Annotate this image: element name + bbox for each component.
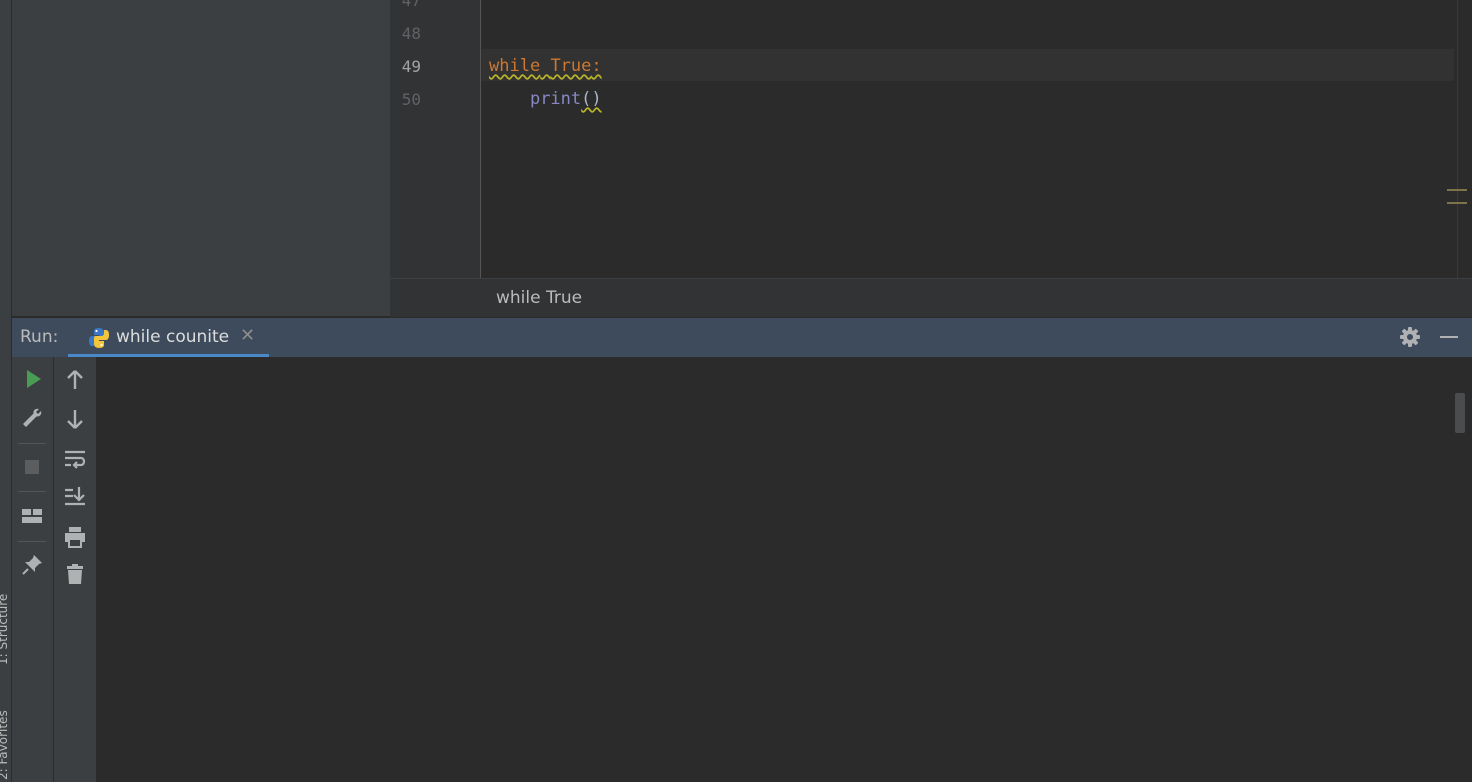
- project-panel: [12, 0, 390, 316]
- toolbar-separator: [18, 491, 46, 492]
- run-toolbar-secondary: [54, 357, 97, 782]
- pin-icon[interactable]: [20, 553, 44, 577]
- warning-marker[interactable]: [1447, 189, 1467, 191]
- run-label: Run:: [20, 327, 59, 347]
- scroll-to-end-icon[interactable]: [63, 484, 87, 508]
- rerun-icon[interactable]: [21, 367, 45, 391]
- code-constant: True: [550, 56, 592, 76]
- close-icon[interactable]: ✕: [240, 325, 255, 346]
- breadcrumb: while True: [390, 278, 1472, 317]
- code-args: (): [581, 89, 602, 109]
- structure-tool-tab[interactable]: 1: Structure: [0, 555, 10, 665]
- trash-icon[interactable]: [63, 562, 87, 586]
- wrench-icon[interactable]: [20, 406, 44, 430]
- editor-scrollbar[interactable]: [1457, 0, 1468, 278]
- run-toolbar-primary: [12, 357, 54, 782]
- arrow-down-icon[interactable]: [63, 407, 87, 431]
- code-function: print: [529, 89, 582, 109]
- stop-icon[interactable]: [20, 455, 44, 479]
- gear-icon[interactable]: [1399, 326, 1421, 348]
- breadcrumb-item[interactable]: while True: [496, 288, 582, 308]
- print-icon[interactable]: [63, 525, 87, 549]
- soft-wrap-icon[interactable]: [63, 447, 87, 471]
- favorites-tool-tab[interactable]: 2: Favorites: [0, 680, 10, 780]
- arrow-up-icon[interactable]: [63, 368, 87, 392]
- current-line-highlight: [481, 49, 1454, 81]
- run-tab[interactable]: while counite ✕: [68, 318, 269, 357]
- minimize-icon[interactable]: [1440, 336, 1458, 338]
- run-panel-header: Run: while counite ✕: [12, 318, 1472, 357]
- line-number: 50: [401, 90, 421, 109]
- console-output[interactable]: [97, 357, 1472, 782]
- console-scrollbar-thumb[interactable]: [1455, 393, 1465, 433]
- layout-icon[interactable]: [20, 504, 44, 528]
- code-line[interactable]: while True:: [489, 50, 602, 83]
- code-line[interactable]: print(): [489, 83, 602, 116]
- warning-marker[interactable]: [1447, 202, 1467, 204]
- code-keyword: while: [489, 56, 541, 76]
- code-editor[interactable]: 47 48 49 50 while True: print(): [390, 0, 1472, 278]
- code-punct: :: [591, 56, 602, 76]
- toolbar-separator: [18, 443, 46, 444]
- run-tab-label: while counite: [116, 327, 230, 347]
- tool-window-stripe: 1: Structure 2: Favorites: [0, 0, 12, 782]
- line-number: 48: [401, 24, 421, 43]
- toolbar-separator: [18, 541, 46, 542]
- python-icon: [89, 328, 109, 348]
- editor-gutter: 47 48 49 50: [390, 0, 481, 278]
- line-number: 49: [401, 57, 421, 76]
- line-number: 47: [401, 0, 421, 10]
